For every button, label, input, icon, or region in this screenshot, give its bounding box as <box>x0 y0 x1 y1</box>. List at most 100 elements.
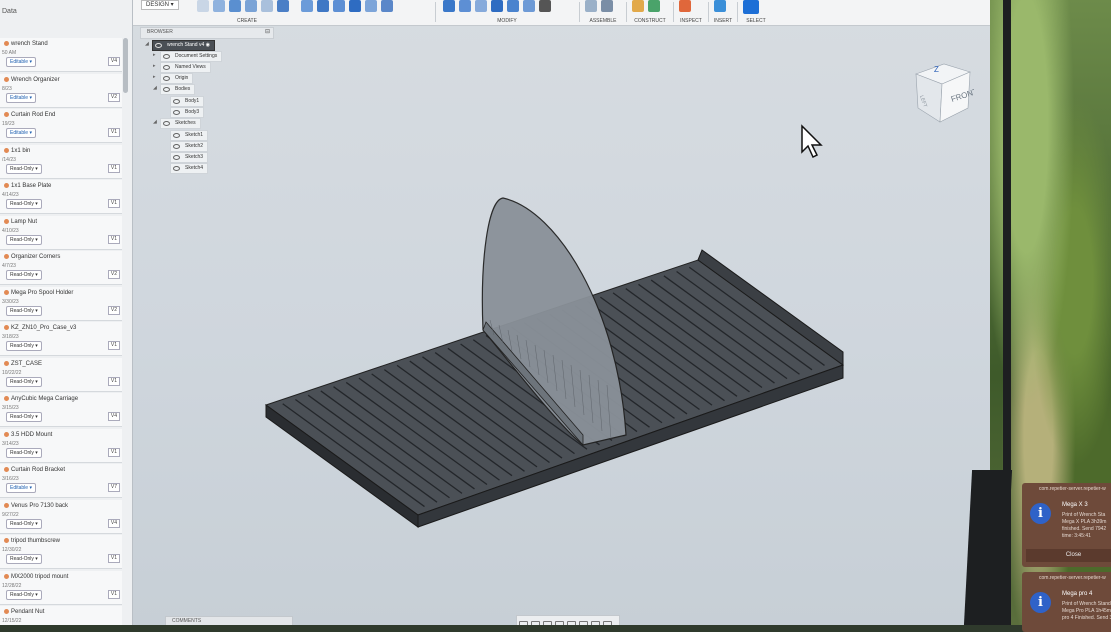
midplane-icon[interactable] <box>648 0 660 12</box>
project-item[interactable]: Lamp Nut 4/10/23 Read-Only ▾ V1 <box>0 215 122 250</box>
browser-node[interactable]: Sketch1 <box>170 130 209 141</box>
project-item[interactable]: Organizer Corners 4/7/23 Read-Only ▾ V2 <box>0 251 122 285</box>
visibility-icon[interactable] <box>173 144 180 149</box>
expand-icon[interactable]: ◢ <box>153 119 157 125</box>
project-version[interactable]: V4 <box>107 57 120 66</box>
project-item[interactable]: KZ_ZN10_Pro_Case_v3 3/18/23 Read-Only ▾ V1 <box>0 322 122 356</box>
notification-close-button[interactable]: Close <box>1026 549 1111 562</box>
revolve-icon[interactable] <box>229 0 241 12</box>
torus-icon[interactable] <box>333 0 345 12</box>
project-item[interactable]: 3.5 HDD Mount 3/14/23 Read-Only ▾ V1 <box>0 428 122 463</box>
project-item[interactable]: Curtain Rod End 19/23 Editable ▾ V1 <box>0 109 122 143</box>
browser-node[interactable]: Sketch3 <box>170 152 209 163</box>
box-icon[interactable] <box>277 0 289 12</box>
inspect-group[interactable]: INSPECT <box>677 0 705 25</box>
new-sketch-icon[interactable] <box>197 0 209 12</box>
project-item[interactable]: 1x1 bin/14/23 Read-Only ▾ V1 <box>0 144 122 179</box>
project-status-dropdown[interactable]: Read-Only ▾ <box>6 376 42 387</box>
visibility-icon[interactable] <box>173 99 180 104</box>
construct-group[interactable]: CONSTRUCT <box>630 0 670 25</box>
visibility-icon[interactable] <box>163 121 170 126</box>
project-item[interactable]: MX2000 tripod mount 12/28/22 Read-Only ▾ V1 <box>0 570 122 605</box>
coil-icon[interactable] <box>349 0 361 12</box>
browser-node[interactable]: Named Views <box>160 62 211 73</box>
view-cube[interactable]: FRONT LEFT Z X <box>912 62 974 126</box>
visibility-icon[interactable] <box>173 166 180 171</box>
project-item[interactable]: wrench Stand 50 AM Editable ▾ V4 <box>0 38 122 72</box>
browser-node[interactable]: Body1 <box>170 96 205 107</box>
chamfer-icon[interactable] <box>475 0 487 12</box>
project-version[interactable]: V4 <box>107 518 120 528</box>
project-item[interactable]: ZST_CASE 10/22/22 Read-Only ▾ V1 <box>0 357 122 392</box>
expand-icon[interactable]: ◢ <box>153 85 157 91</box>
project-status-dropdown[interactable]: Read-Only ▾ <box>6 589 42 600</box>
project-status-dropdown[interactable]: Read-Only ▾ <box>6 305 42 316</box>
project-version[interactable]: V4 <box>107 412 120 421</box>
project-version[interactable]: V1 <box>107 554 120 563</box>
insert-image-icon[interactable] <box>714 0 726 12</box>
sphere-icon[interactable] <box>317 0 329 12</box>
expand-icon[interactable]: ▸ <box>153 63 156 69</box>
workspace-selector[interactable]: DESIGN ▾ <box>141 0 179 10</box>
wrench-stand-model[interactable] <box>258 190 848 530</box>
display-settings-icon[interactable] <box>567 621 576 625</box>
press-pull-icon[interactable] <box>443 0 455 12</box>
project-item[interactable]: AnyCubic Mega Carriage 3/15/23 Read-Only ▾… <box>0 393 122 427</box>
project-version[interactable]: V1 <box>107 163 120 173</box>
project-item[interactable]: Pendant Nut12/15/22Read-Only ▾V1 <box>0 606 122 625</box>
browser-node[interactable]: Sketches <box>160 118 201 129</box>
project-item[interactable]: 1x1 Base Plate 4/14/23 Read-Only ▾ V1 <box>0 180 122 214</box>
fillet-icon[interactable] <box>459 0 471 12</box>
project-item[interactable]: Curtain Rod Bracket 3/16/23 Editable ▾ V7 <box>0 464 122 498</box>
pan-icon[interactable] <box>531 621 540 625</box>
browser-node[interactable]: Bodies <box>160 84 196 95</box>
data-panel-scrollbar[interactable] <box>123 38 128 93</box>
combine-icon[interactable] <box>507 0 519 12</box>
fit-icon[interactable] <box>555 621 564 625</box>
comments-panel[interactable]: COMMENTS <box>165 616 293 625</box>
browser-node[interactable]: Origin <box>160 73 194 84</box>
cylinder-icon[interactable] <box>301 0 313 12</box>
project-status-dropdown[interactable]: Read-Only ▾ <box>6 447 42 458</box>
browser-root[interactable]: wrench Stand v4 ◉ <box>152 40 216 51</box>
visibility-icon[interactable] <box>173 133 180 138</box>
project-status-dropdown[interactable]: Editable ▾ <box>6 57 36 67</box>
project-status-dropdown[interactable]: Read-Only ▾ <box>6 341 42 351</box>
project-status-dropdown[interactable]: Editable ▾ <box>6 92 36 103</box>
scale-icon[interactable] <box>523 0 535 12</box>
project-status-dropdown[interactable]: Editable ▾ <box>6 483 36 493</box>
project-version[interactable]: V2 <box>107 305 120 315</box>
visibility-icon[interactable] <box>155 43 162 48</box>
orbit-icon[interactable] <box>519 621 528 625</box>
browser-node[interactable]: Body3 <box>170 107 205 118</box>
move-icon[interactable] <box>539 0 551 12</box>
notification-mega-pro-4[interactable]: com.repetier-server.repetier-w i Mega pr… <box>1022 572 1111 632</box>
insert-group[interactable]: INSERT <box>712 0 734 25</box>
project-status-dropdown[interactable]: Read-Only ▾ <box>6 199 42 209</box>
extrude-icon[interactable] <box>213 0 225 12</box>
project-version[interactable]: V1 <box>107 128 120 137</box>
project-version[interactable]: V7 <box>107 483 120 492</box>
project-item[interactable]: Mega Pro Spool Holder 3/30/23 Read-Only ▾ V… <box>0 286 122 321</box>
project-version[interactable]: V1 <box>107 234 120 244</box>
project-item[interactable]: Venus Pro 7130 back 9/27/22 Read-Only ▾ V4 <box>0 499 122 534</box>
project-version[interactable]: V1 <box>107 341 120 350</box>
new-component-icon[interactable] <box>585 0 597 12</box>
environment-icon[interactable] <box>603 621 612 625</box>
project-status-dropdown[interactable]: Read-Only ▾ <box>6 554 42 564</box>
project-item[interactable]: tripod thumbscrew 12/30/22 Read-Only ▾ V1 <box>0 535 122 569</box>
pipe-icon[interactable] <box>365 0 377 12</box>
project-status-dropdown[interactable]: Read-Only ▾ <box>6 234 42 245</box>
browser-node[interactable]: Sketch4 <box>170 163 209 174</box>
project-version[interactable]: V2 <box>107 270 120 279</box>
visibility-icon[interactable] <box>173 110 180 115</box>
modify-group[interactable]: MODIFY <box>441 0 573 25</box>
visibility-icon[interactable] <box>163 87 170 92</box>
visibility-icon[interactable] <box>173 155 180 160</box>
project-status-dropdown[interactable]: Read-Only ▾ <box>6 518 42 529</box>
project-status-dropdown[interactable]: Read-Only ▾ <box>6 163 42 174</box>
visibility-icon[interactable] <box>163 54 170 59</box>
assemble-group[interactable]: ASSEMBLE <box>583 0 623 25</box>
grid-settings-icon[interactable] <box>579 621 588 625</box>
thread-icon[interactable] <box>381 0 393 12</box>
